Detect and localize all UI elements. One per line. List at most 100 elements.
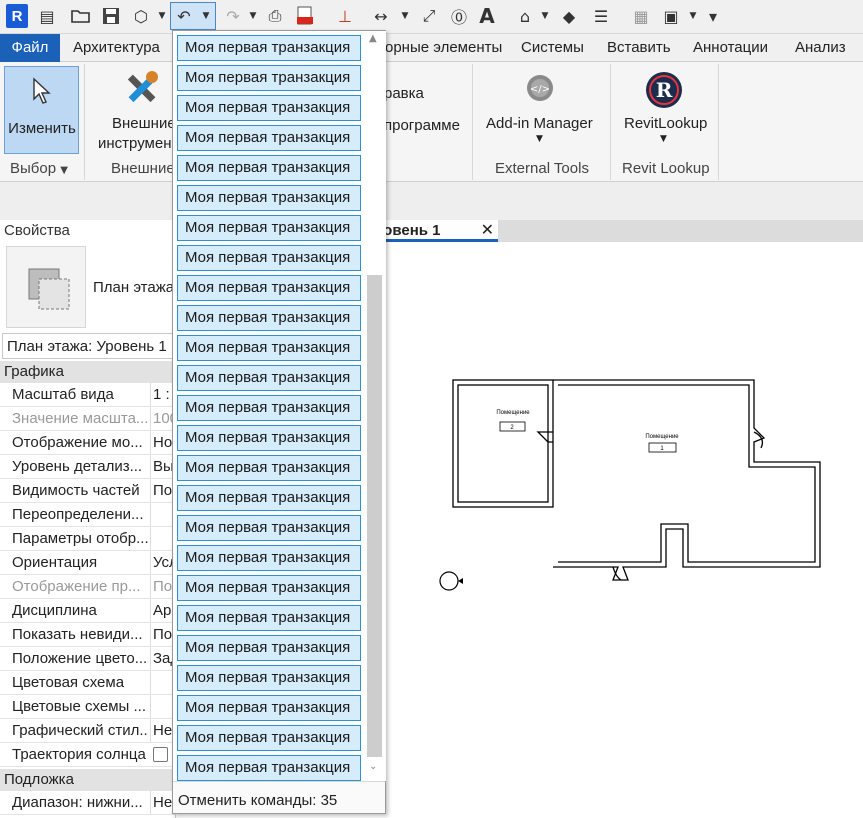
scrollbar[interactable]: ▲ ⌄ xyxy=(364,31,386,781)
scroll-up-icon[interactable]: ▲ xyxy=(369,33,377,44)
property-row[interactable]: Траектория солнца xyxy=(0,743,176,767)
add-in-manager-icon[interactable]: </> xyxy=(522,70,558,109)
undo-history-item[interactable]: Моя первая транзакция xyxy=(177,245,361,271)
undo-history-item[interactable]: Моя первая транзакция xyxy=(177,125,361,151)
property-row[interactable]: Цветовые схемы ... xyxy=(0,695,176,719)
chevron-down-icon[interactable]: ▼ xyxy=(157,5,167,27)
tab-file[interactable]: Файл xyxy=(0,34,60,62)
undo-button[interactable]: ↶ ▼ xyxy=(170,2,216,30)
chevron-down-icon[interactable]: ▼ xyxy=(660,134,667,144)
room-2-name[interactable]: Помещение xyxy=(496,410,530,416)
undo-history-item[interactable]: Моя первая транзакция xyxy=(177,545,361,571)
undo-history-item[interactable]: Моя первая транзакция xyxy=(177,575,361,601)
chevron-down-icon[interactable]: ▼ xyxy=(248,5,258,27)
room-1-number[interactable]: 1 xyxy=(660,446,664,452)
undo-history-item[interactable]: Моя первая транзакция xyxy=(177,65,361,91)
property-row[interactable]: Отображение пр... По xyxy=(0,575,176,599)
tab-insert[interactable]: Вставить xyxy=(607,34,671,62)
scrollbar-thumb[interactable] xyxy=(367,275,382,757)
property-row[interactable]: Цветовая схема xyxy=(0,671,176,695)
property-row[interactable]: Положение цвето...Зад xyxy=(0,647,176,671)
undo-history-item[interactable]: Моя первая транзакция xyxy=(177,155,361,181)
external-tools-label-1[interactable]: Внешние xyxy=(112,114,176,134)
chevron-down-icon[interactable]: ▼ xyxy=(540,5,550,27)
thin-lines-icon[interactable]: ☰ xyxy=(590,5,612,27)
undo-history-item[interactable]: Моя первая транзакция xyxy=(177,215,361,241)
undo-history-item[interactable]: Моя первая транзакция xyxy=(177,275,361,301)
home-icon[interactable]: ▤ xyxy=(36,5,58,27)
undo-history-item[interactable]: Моя первая транзакция xyxy=(177,365,361,391)
property-row[interactable]: Масштаб вида 1 : xyxy=(0,383,176,407)
property-row[interactable]: Дисциплина Ар xyxy=(0,599,176,623)
room-1-name[interactable]: Помещение xyxy=(645,434,679,440)
undo-history-item[interactable]: Моя первая транзакция xyxy=(177,455,361,481)
measure-icon[interactable]: ⊥ xyxy=(334,5,356,27)
undo-history-item[interactable]: Моя первая транзакция xyxy=(177,605,361,631)
close-icon[interactable]: ✕ xyxy=(481,220,494,239)
property-row[interactable]: Видимость частей По xyxy=(0,479,176,503)
close-hidden-icon[interactable]: ▦ xyxy=(630,5,652,27)
property-row[interactable]: Диапазон: нижни... Не xyxy=(0,791,176,815)
property-checkbox[interactable] xyxy=(153,747,168,762)
add-in-manager-label[interactable]: Add-in Manager xyxy=(486,114,593,134)
redo-icon[interactable]: ↷ xyxy=(222,5,244,27)
elevation-marker[interactable] xyxy=(439,571,459,591)
align-icon[interactable]: ⤢ xyxy=(418,5,440,27)
scroll-down-icon[interactable]: ⌄ xyxy=(369,761,377,772)
property-row[interactable]: Ориентация Усл xyxy=(0,551,176,575)
external-tools-label-2[interactable]: инструмен xyxy=(98,134,171,154)
undo-history-item[interactable]: Моя первая транзакция xyxy=(177,695,361,721)
print-icon[interactable]: ⎙ xyxy=(264,5,286,27)
view-3d-icon[interactable]: ⌂ xyxy=(514,5,536,27)
revit-lookup-label[interactable]: RevitLookup xyxy=(624,114,707,134)
undo-history-item[interactable]: Моя первая транзакция xyxy=(177,665,361,691)
chevron-down-icon[interactable]: ▼ xyxy=(688,5,698,27)
text-icon[interactable]: A xyxy=(476,4,498,28)
customize-icon[interactable]: ▾ xyxy=(702,5,724,27)
chevron-down-icon[interactable]: ▼ xyxy=(400,5,410,27)
switch-windows-icon[interactable]: ▣ xyxy=(660,5,682,27)
property-row[interactable]: Переопределени... xyxy=(0,503,176,527)
undo-history-item[interactable]: Моя первая транзакция xyxy=(177,725,361,751)
section-icon[interactable]: ◆ xyxy=(558,5,580,27)
chevron-down-icon[interactable]: ▼ xyxy=(536,134,543,144)
property-row[interactable]: Отображение мо... Но xyxy=(0,431,176,455)
undo-history-item[interactable]: Моя первая транзакция xyxy=(177,305,361,331)
tag-icon[interactable]: ⓪ xyxy=(448,5,470,27)
sync-icon[interactable]: ⬡ xyxy=(130,5,152,27)
undo-dropdown-arrow-icon[interactable]: ▼ xyxy=(201,5,211,27)
property-row[interactable]: Параметры отобр... xyxy=(0,527,176,551)
undo-history-item[interactable]: Моя первая транзакция xyxy=(177,35,361,61)
revit-lookup-icon[interactable]: R xyxy=(644,70,684,113)
property-row[interactable]: Уровень детализ... Вы xyxy=(0,455,176,479)
category-underlay[interactable]: Подложка xyxy=(0,769,176,791)
tab-analyze[interactable]: Анализ xyxy=(795,34,846,62)
undo-history-item[interactable]: Моя первая транзакция xyxy=(177,515,361,541)
property-row[interactable]: Показать невиди... По xyxy=(0,623,176,647)
revit-logo-icon[interactable]: R xyxy=(6,4,28,28)
tab-architecture[interactable]: Архитектура xyxy=(73,34,160,62)
tab-systems[interactable]: Системы xyxy=(521,34,584,62)
property-row[interactable]: Значение масшта... 100 xyxy=(0,407,176,431)
undo-history-item[interactable]: Моя первая транзакция xyxy=(177,185,361,211)
tab-precast[interactable]: орные элементы xyxy=(385,34,502,62)
external-tools-icon[interactable] xyxy=(122,68,162,111)
tab-annotate[interactable]: Аннотации xyxy=(693,34,768,62)
undo-history-item[interactable]: Моя первая транзакция xyxy=(177,395,361,421)
modify-button[interactable]: Изменить xyxy=(4,66,79,154)
type-selector-dropdown[interactable]: План этажа: Уровень 1 xyxy=(2,333,176,359)
pdf-export-icon[interactable] xyxy=(294,5,316,27)
help-label[interactable]: равка xyxy=(384,84,424,104)
open-icon[interactable] xyxy=(70,5,92,27)
save-icon[interactable] xyxy=(100,5,122,27)
undo-history-item[interactable]: Моя первая транзакция xyxy=(177,95,361,121)
about-label[interactable]: программе xyxy=(384,116,460,136)
undo-history-item[interactable]: Моя первая транзакция xyxy=(177,425,361,451)
category-graphics[interactable]: Графика xyxy=(0,361,176,383)
property-row[interactable]: Графический стил... Не xyxy=(0,719,176,743)
room-2-number[interactable]: 2 xyxy=(510,425,514,431)
undo-history-item[interactable]: Моя первая транзакция xyxy=(177,485,361,511)
dimension-icon[interactable]: ↔ xyxy=(370,5,392,27)
undo-history-item[interactable]: Моя первая транзакция xyxy=(177,335,361,361)
undo-history-item[interactable]: Моя первая транзакция xyxy=(177,635,361,661)
